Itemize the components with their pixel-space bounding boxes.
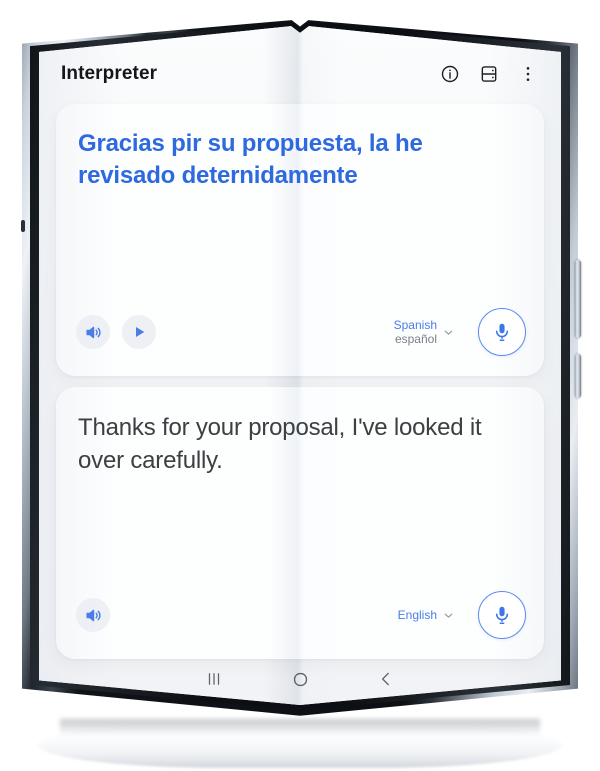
source-language-card: Gracias pir su propuesta, la he revisado…	[56, 104, 544, 376]
speaker-icon[interactable]	[76, 598, 110, 632]
sim-tray-slot	[21, 220, 25, 232]
target-language-card: Thanks for your proposal, I've looked it…	[56, 387, 544, 659]
target-card-controls: English	[56, 591, 544, 659]
device-reflection	[38, 722, 562, 768]
play-icon[interactable]	[122, 315, 156, 349]
source-language-name: Spanish	[393, 317, 437, 332]
volume-button[interactable]	[575, 260, 581, 338]
recents-button[interactable]	[201, 666, 227, 692]
source-language-selector[interactable]: Spanish español	[394, 318, 455, 346]
overflow-menu-icon[interactable]	[517, 63, 539, 85]
source-language-labels: Spanish español	[394, 318, 437, 346]
translation-cards: Gracias pir su propuesta, la he revisado…	[39, 100, 561, 659]
home-button[interactable]	[287, 666, 313, 692]
chevron-down-icon	[442, 609, 455, 622]
page-title: Interpreter	[61, 63, 158, 84]
back-button[interactable]	[373, 666, 399, 692]
device-screen: Interpreter Gracias pir su propuesta, la…	[39, 26, 561, 705]
screenshot-root: Interpreter Gracias pir su propuesta, la…	[0, 0, 600, 771]
header-actions	[439, 63, 539, 85]
source-language-native: español	[394, 332, 437, 346]
source-card-controls: Spanish español	[56, 308, 544, 376]
source-transcript-text: Gracias pir su propuesta, la he revisado…	[78, 130, 423, 189]
power-button[interactable]	[575, 354, 581, 398]
source-text-area: Gracias pir su propuesta, la he revisado…	[56, 104, 544, 308]
app-header: Interpreter	[39, 26, 561, 100]
target-language-selector[interactable]: English	[398, 608, 455, 622]
source-microphone-button[interactable]	[478, 308, 526, 356]
info-icon[interactable]	[439, 63, 461, 85]
device-reflection-core	[60, 719, 540, 735]
target-microphone-button[interactable]	[478, 591, 526, 639]
target-text-area: Thanks for your proposal, I've looked it…	[56, 387, 544, 591]
split-view-icon[interactable]	[478, 63, 500, 85]
target-translation-text: Thanks for your proposal, I've looked it…	[78, 414, 482, 475]
target-language-name: English	[397, 608, 437, 622]
android-navigation-bar	[39, 659, 561, 705]
foldable-phone-device: Interpreter Gracias pir su propuesta, la…	[21, 8, 581, 720]
speaker-icon[interactable]	[76, 315, 110, 349]
interpreter-app: Interpreter Gracias pir su propuesta, la…	[39, 26, 561, 705]
chevron-down-icon	[442, 326, 455, 339]
